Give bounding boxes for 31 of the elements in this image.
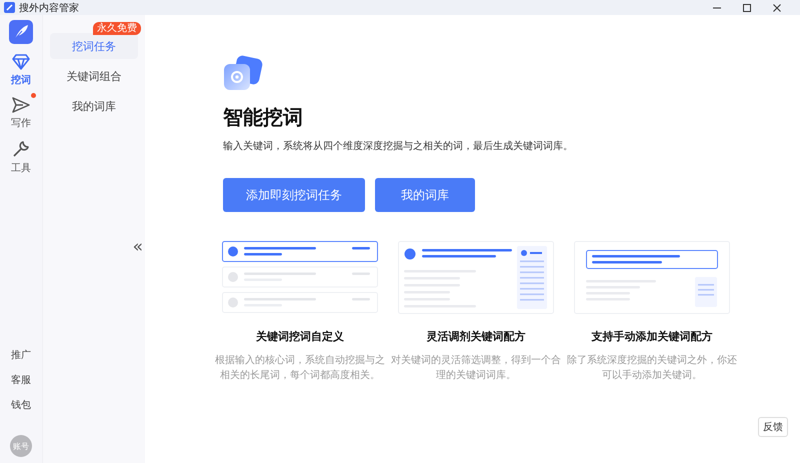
primary-button[interactable]: 添加即刻挖词任务 [223,178,365,212]
rail-link[interactable]: 客服 [11,373,31,387]
rail-nav-item[interactable]: 写作 [11,97,31,130]
target-card-icon [223,55,263,93]
paper-plane-icon [12,97,30,113]
feedback-button[interactable]: 反馈 [758,417,788,437]
feather-logo-icon [9,20,33,44]
rail-nav-item[interactable]: 挖词 [11,54,31,87]
close-icon[interactable] [772,2,782,12]
feature-description: 对关键词的灵活筛选调整，得到一个合理的关键词词库。 [391,354,561,383]
collapse-toggle[interactable]: « [132,239,143,256]
free-badge: 永久免费 [93,22,141,35]
page-title: 智能挖词 [223,104,304,131]
rail-nav-item[interactable]: 工具 [11,140,31,175]
app-logo-icon [4,2,15,13]
diamond-icon [12,54,30,70]
sub-nav-item[interactable]: 挖词任务 [50,33,138,59]
page-description: 输入关键词，系统将从四个维度深度挖掘与之相关的词，最后生成关键词词库。 [223,140,574,153]
feature-description: 根据输入的核心词，系统自动挖掘与之相关的长尾词，每个词都高度相关。 [215,354,385,383]
primary-button[interactable]: 我的词库 [375,178,475,212]
sub-nav-item[interactable]: 我的词库 [50,93,138,119]
window-title: 搜外内容管家 [19,2,79,14]
feature-description: 除了系统深度挖掘的关键词之外，你还可以手动添加关键词。 [567,354,737,383]
feature-title: 支持手动添加关键词配方 [592,329,712,344]
rail-link[interactable]: 推广 [11,348,31,362]
feature-title: 关键词挖词自定义 [256,329,344,344]
maximize-icon[interactable] [742,2,752,12]
sub-nav-item[interactable]: 关键词组合 [50,63,138,89]
rail-link[interactable]: 钱包 [11,398,31,412]
wrench-icon [12,140,30,158]
feature-title: 灵活调剂关键词配方 [426,329,526,344]
